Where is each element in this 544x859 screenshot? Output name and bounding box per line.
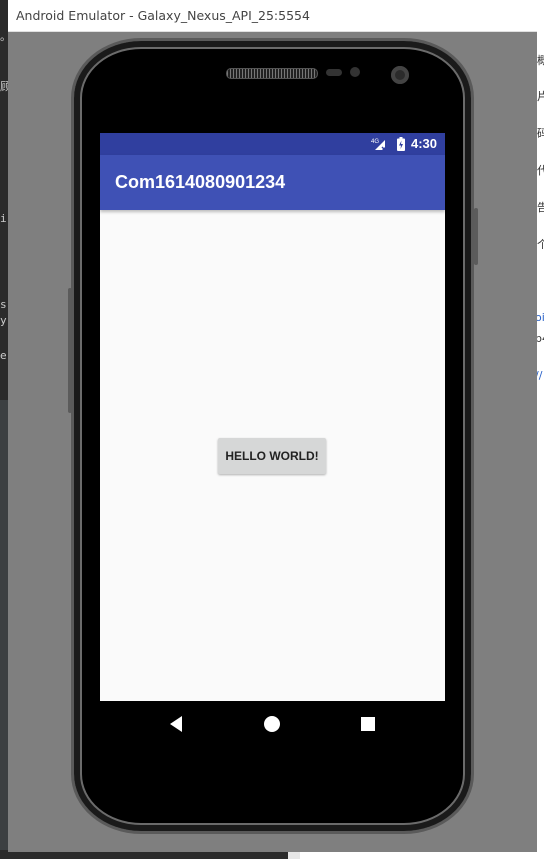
main-content: HELLO WORLD!	[100, 210, 445, 701]
back-icon[interactable]	[166, 713, 188, 735]
background-text: 代	[537, 164, 544, 177]
window-titlebar[interactable]: Android Emulator - Galaxy_Nexus_API_25:5…	[8, 0, 537, 32]
background-text: i	[0, 212, 7, 225]
background-text: 码	[537, 127, 544, 140]
signal-icon: 4G	[371, 139, 387, 151]
device-screen[interactable]: 4G 4:30 Com1614080901234 HELLO WORLD!	[100, 133, 445, 747]
home-icon[interactable]	[261, 713, 283, 735]
app-title: Com1614080901234	[115, 172, 286, 192]
window-title: Android Emulator - Galaxy_Nexus_API_25:5…	[16, 8, 310, 23]
power-button[interactable]	[474, 208, 478, 265]
battery-icon	[397, 137, 405, 151]
front-camera	[391, 66, 409, 84]
light-sensor	[350, 67, 360, 77]
background-text: e	[0, 349, 7, 362]
status-bar: 4G 4:30	[100, 133, 445, 155]
status-time: 4:30	[410, 136, 437, 151]
navigation-bar	[100, 701, 445, 747]
proximity-sensor	[326, 69, 342, 76]
app-bar: Com1614080901234	[100, 155, 445, 210]
background-text: 片	[537, 90, 544, 103]
background-text: 告	[537, 201, 544, 214]
recent-apps-icon[interactable]	[357, 713, 379, 735]
background-text: 概	[537, 54, 544, 67]
network-type-label: 4G	[371, 139, 379, 145]
hello-world-button[interactable]: HELLO WORLD!	[218, 438, 326, 474]
emulator-window: Android Emulator - Galaxy_Nexus_API_25:5…	[8, 0, 537, 852]
background-text: 个	[537, 238, 544, 251]
background-panel-left	[0, 400, 8, 859]
background-text: s	[0, 298, 7, 311]
speaker-grille	[226, 68, 318, 79]
background-text: y	[0, 314, 7, 327]
